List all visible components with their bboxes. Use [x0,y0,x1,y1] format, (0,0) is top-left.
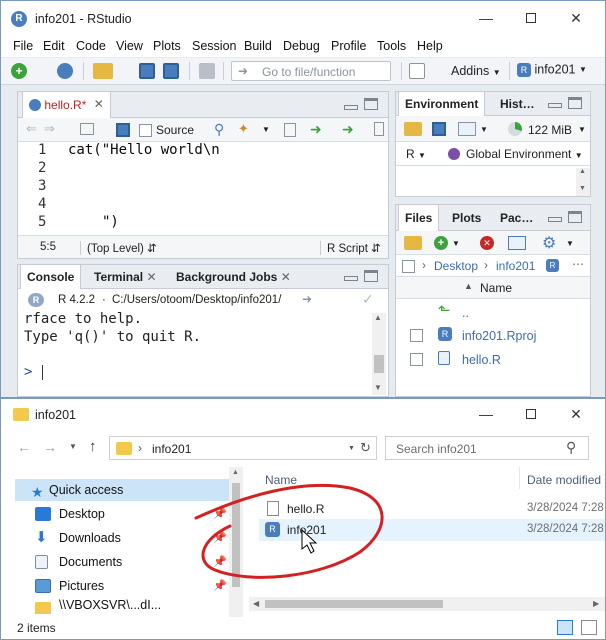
annotation-overlay [194,483,384,579]
mouse-pointer-icon [301,528,318,554]
red-circle-annotation [194,483,384,579]
